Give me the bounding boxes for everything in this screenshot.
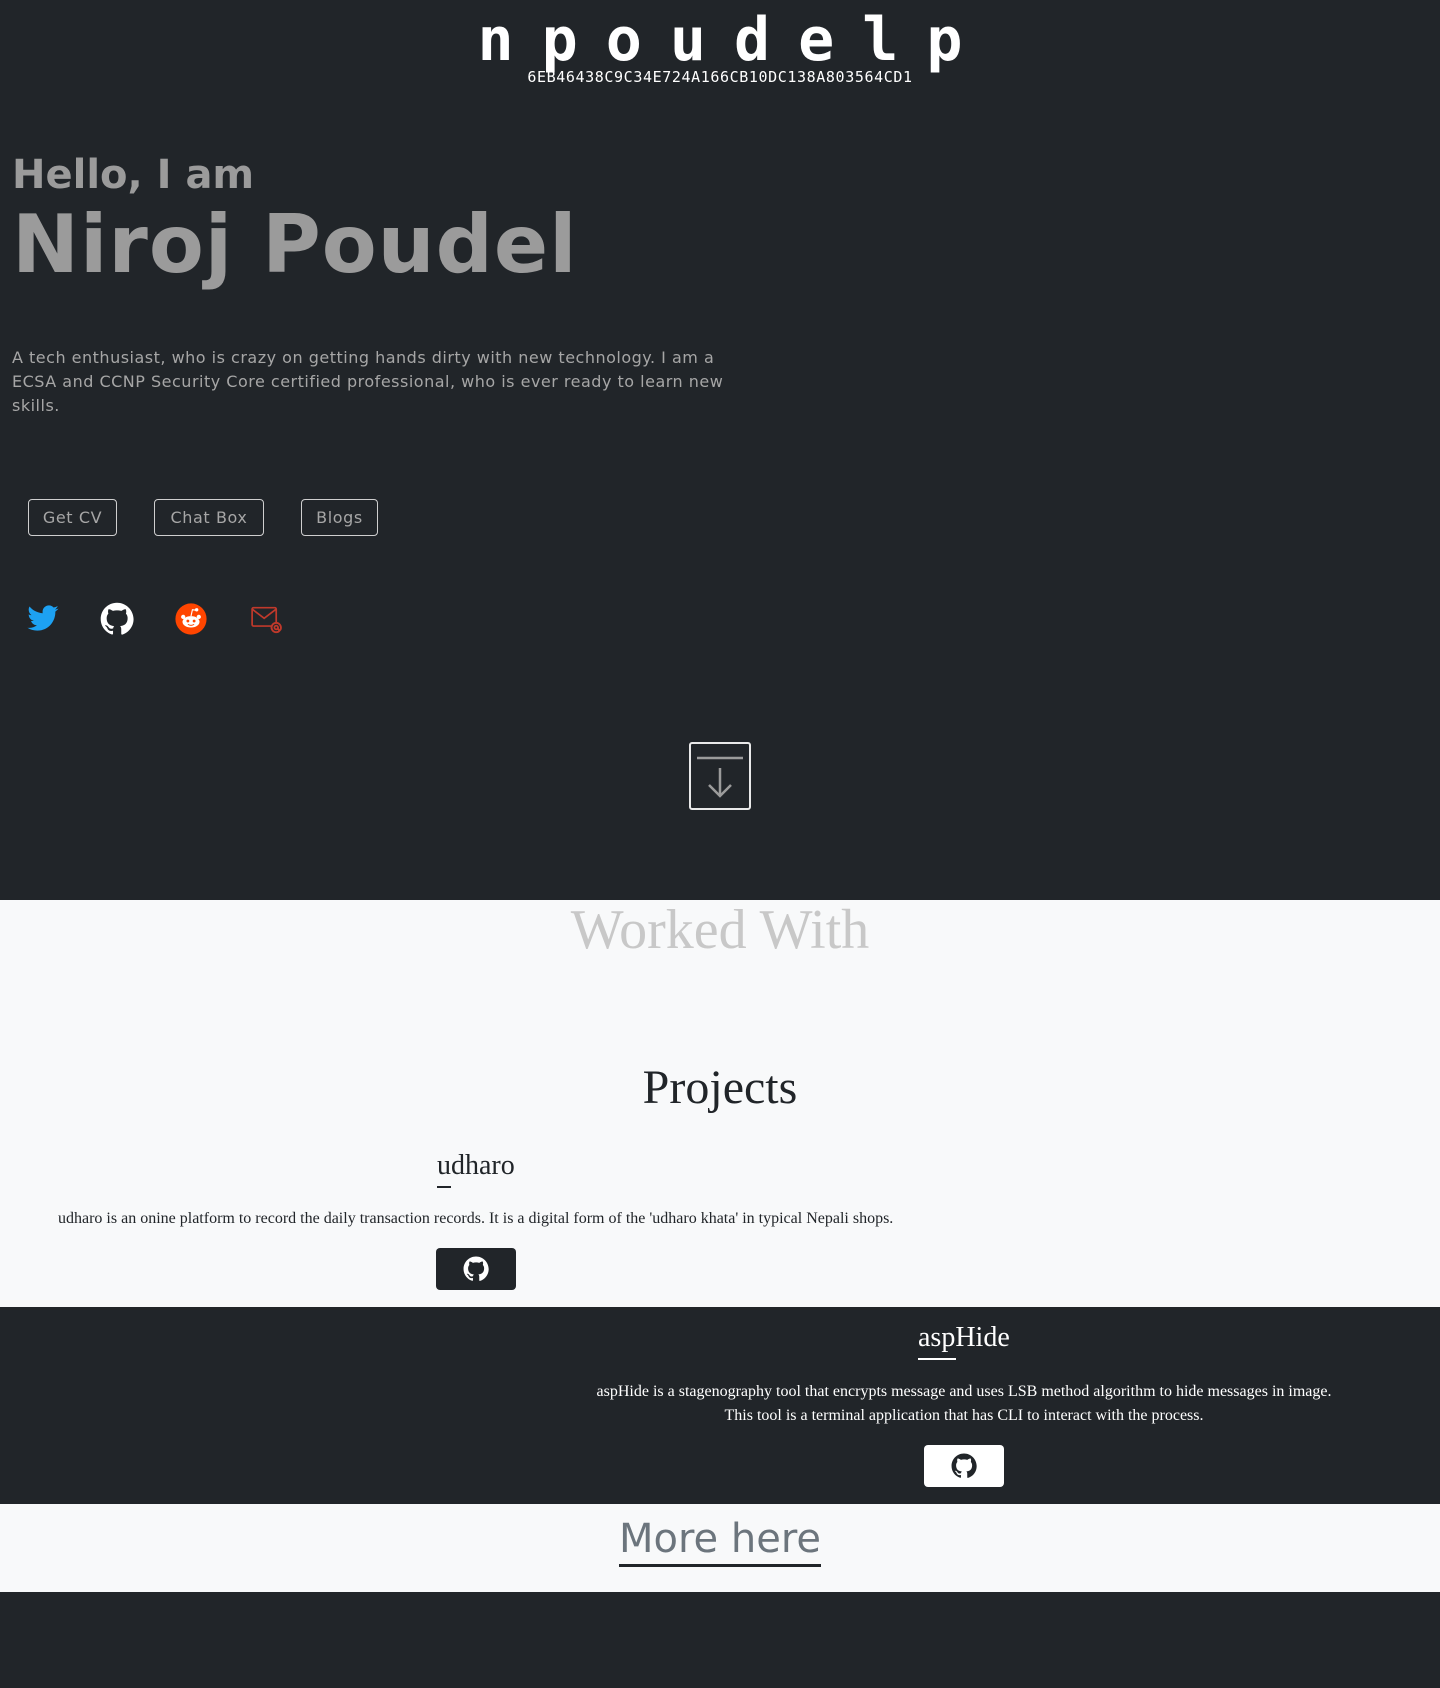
logo-hash: 6EB46438C9C34E724A166CB10DC138A803564CD1 <box>527 68 913 86</box>
blogs-button[interactable]: Blogs <box>301 499 378 536</box>
github-icon[interactable] <box>100 602 134 636</box>
asphide-github-button[interactable] <box>924 1445 1004 1487</box>
title-underline <box>918 1358 956 1360</box>
reddit-icon[interactable] <box>174 602 208 636</box>
get-cv-button[interactable]: Get CV <box>28 499 117 536</box>
footer <box>0 1592 1440 1688</box>
twitter-icon[interactable] <box>26 602 60 636</box>
projects-heading: Projects <box>642 1061 798 1114</box>
author-bio: A tech enthusiast, who is crazy on getti… <box>12 348 724 415</box>
scroll-down-button[interactable] <box>689 742 751 810</box>
chat-box-button[interactable]: Chat Box <box>154 499 264 536</box>
worked-with-heading: Worked With <box>570 899 870 961</box>
project-description-udharo: udharo is an onine platform to record th… <box>58 1210 894 1227</box>
title-underline <box>437 1186 451 1188</box>
udharo-github-button[interactable] <box>436 1248 516 1290</box>
github-icon <box>463 1256 489 1281</box>
greeting: Hello, I am <box>12 152 255 198</box>
site-logo[interactable]: npoudelp <box>0 4 1440 76</box>
github-icon <box>951 1453 977 1478</box>
arrow-down-to-line-icon <box>697 756 743 798</box>
more-here-link[interactable]: More here <box>0 1516 1440 1567</box>
project-title-asphide: aspHide <box>918 1322 1010 1360</box>
email-icon[interactable] <box>250 602 284 636</box>
author-name: Niroj Poudel <box>12 198 578 291</box>
project-title-udharo: udharo <box>437 1150 515 1188</box>
project-description-asphide: aspHide is a stagenography tool that enc… <box>596 1383 1332 1424</box>
